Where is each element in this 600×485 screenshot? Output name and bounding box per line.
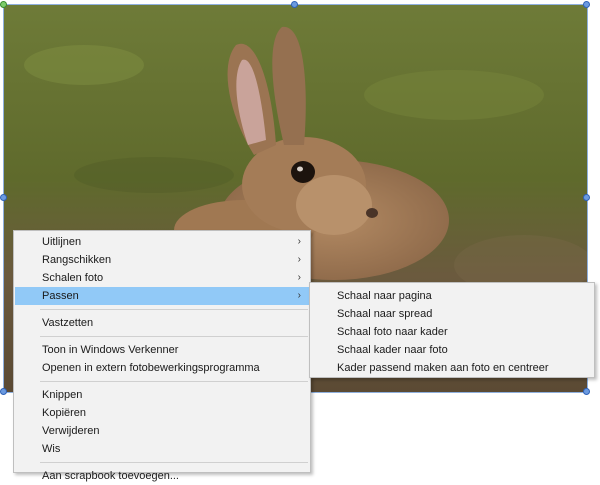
menu-item-verwijderen[interactable]: Verwijderen [15, 422, 309, 440]
menu-separator [40, 381, 308, 382]
menu-item-label: Vastzetten [42, 317, 94, 329]
resize-handle-top-right[interactable] [583, 1, 590, 8]
menu-item-kopieren[interactable]: Kopiëren [15, 404, 309, 422]
resize-handle-top[interactable] [291, 1, 298, 8]
menu-item-label: Wis [42, 443, 61, 455]
chevron-right-icon: › [297, 272, 301, 283]
chevron-right-icon: › [297, 254, 301, 265]
menu-item-label: Uitlijnen [42, 236, 82, 248]
menu-item-label: Knippen [42, 389, 83, 401]
menu-item-rangschikken[interactable]: Rangschikken › [15, 251, 309, 269]
menu-item-label: Aan scrapbook toevoegen... [42, 470, 179, 482]
chevron-right-icon: › [297, 236, 301, 247]
submenu-item-schaal-naar-pagina[interactable]: Schaal naar pagina [311, 287, 593, 305]
rotate-handle[interactable] [0, 1, 7, 8]
context-menu: Uitlijnen › Rangschikken › Schalen foto … [13, 230, 311, 482]
menu-item-uitlijnen[interactable]: Uitlijnen › [15, 233, 309, 251]
menu-separator [40, 309, 308, 310]
submenu-item-schaal-foto-naar-kader[interactable]: Schaal foto naar kader [311, 323, 593, 341]
resize-handle-bottom-left[interactable] [0, 388, 7, 395]
resize-handle-right[interactable] [583, 194, 590, 201]
submenu-item-kader-passend-centreer[interactable]: Kader passend maken aan foto en centreer [311, 359, 593, 377]
menu-separator [40, 336, 308, 337]
chevron-right-icon: › [297, 290, 301, 301]
menu-item-wis[interactable]: Wis [15, 440, 309, 458]
menu-item-vastzetten[interactable]: Vastzetten [15, 314, 309, 332]
menu-item-toon-in-verkenner[interactable]: Toon in Windows Verkenner [15, 341, 309, 359]
menu-item-label: Passen [42, 290, 79, 302]
menu-item-label: Schaal naar spread [337, 308, 433, 320]
menu-item-schalen-foto[interactable]: Schalen foto › [15, 269, 309, 287]
menu-item-label: Verwijderen [42, 425, 100, 437]
resize-handle-bottom-right[interactable] [583, 388, 590, 395]
menu-item-label: Schalen foto [42, 272, 104, 284]
menu-item-label: Rangschikken [42, 254, 112, 266]
menu-item-label: Schaal kader naar foto [337, 344, 448, 356]
submenu-item-schaal-kader-naar-foto[interactable]: Schaal kader naar foto [311, 341, 593, 359]
submenu-item-schaal-naar-spread[interactable]: Schaal naar spread [311, 305, 593, 323]
resize-handle-left[interactable] [0, 194, 7, 201]
menu-item-label: Kader passend maken aan foto en centreer [337, 362, 549, 374]
menu-item-scrapbook[interactable]: Aan scrapbook toevoegen... [15, 467, 309, 485]
submenu-passen: Schaal naar pagina Schaal naar spread Sc… [309, 282, 595, 378]
menu-separator [40, 462, 308, 463]
menu-item-label: Openen in extern fotobewerkingsprogramma [42, 362, 260, 374]
menu-item-passen[interactable]: Passen › [15, 287, 309, 305]
menu-item-label: Schaal foto naar kader [337, 326, 448, 338]
menu-item-openen-extern[interactable]: Openen in extern fotobewerkingsprogramma [15, 359, 309, 377]
menu-item-label: Kopiëren [42, 407, 87, 419]
menu-item-label: Schaal naar pagina [337, 290, 432, 302]
menu-item-label: Toon in Windows Verkenner [42, 344, 179, 356]
menu-item-knippen[interactable]: Knippen [15, 386, 309, 404]
